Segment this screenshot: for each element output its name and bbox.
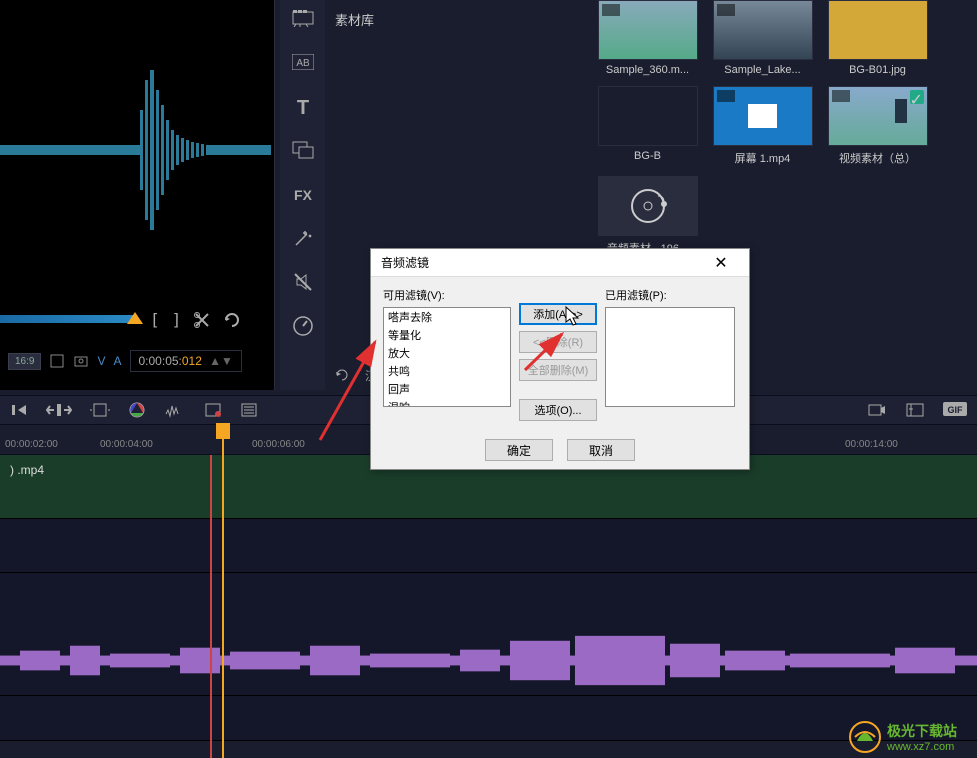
- audio-track[interactable]: [0, 626, 977, 696]
- ok-button[interactable]: 确定: [485, 439, 553, 461]
- available-filters-label: 可用滤镜(V):: [383, 287, 511, 303]
- watermark-url: www.xz7.com: [887, 741, 957, 753]
- wand-tool-icon[interactable]: [288, 225, 318, 251]
- options-button[interactable]: 选项(O)...: [519, 399, 597, 421]
- media-thumb[interactable]: 音频素材 - 196...: [595, 176, 700, 256]
- scrubber-handle[interactable]: [127, 312, 143, 324]
- dialog-titlebar[interactable]: 音频滤镜 ✕: [371, 249, 749, 277]
- filter-item[interactable]: 混响: [384, 398, 510, 407]
- audio-disc-icon: [628, 186, 668, 226]
- filter-item[interactable]: 回声: [384, 380, 510, 398]
- ab-tool-icon[interactable]: AB: [288, 49, 318, 75]
- gauge-tool-icon[interactable]: [288, 313, 318, 339]
- marker-line[interactable]: [210, 455, 212, 758]
- resize-icon[interactable]: [49, 353, 65, 369]
- applied-filters-label: 已用滤镜(P):: [605, 287, 735, 303]
- timecode-display[interactable]: 0:00:05:012 ▲▼: [130, 350, 242, 372]
- ruler-tick: 00:00:14:00: [845, 439, 898, 450]
- mark-in-icon[interactable]: [: [150, 310, 160, 329]
- mark-out-icon[interactable]: ]: [172, 310, 182, 329]
- media-thumb[interactable]: Sample_360.m...: [595, 0, 700, 76]
- gif-export-icon[interactable]: GIF: [943, 402, 967, 416]
- ruler-tick: 00:00:04:00: [100, 439, 153, 450]
- filter-item[interactable]: 放大: [384, 344, 510, 362]
- filter-item[interactable]: 共鸣: [384, 362, 510, 380]
- timecode-prefix: 0:00:05:: [139, 354, 182, 368]
- screenshot-icon[interactable]: [73, 353, 89, 369]
- slip-icon[interactable]: [90, 402, 110, 418]
- audio-filter-dialog: 音频滤镜 ✕ 可用滤镜(V): 嗒声去除 等量化 放大 共鸣 回声 混响 删除噪…: [370, 248, 750, 470]
- v-mode-icon[interactable]: V: [97, 354, 105, 368]
- chapter-icon[interactable]: [204, 402, 222, 418]
- music-track[interactable]: [0, 696, 977, 741]
- preview-panel: [ ] 16:9 V A 0:00:05:012 ▲▼: [0, 0, 275, 390]
- applied-filters-list[interactable]: [605, 307, 735, 407]
- a-mode-icon[interactable]: A: [113, 354, 121, 368]
- watermark-logo-icon: [849, 721, 881, 753]
- media-thumb[interactable]: 屏幕 1.mp4: [710, 86, 815, 166]
- watermark-name: 极光下载站: [887, 721, 957, 741]
- media-thumb[interactable]: ✓ 视频素材（总）: [825, 86, 930, 166]
- filter-item[interactable]: 等量化: [384, 326, 510, 344]
- color-wheel-icon[interactable]: [128, 401, 146, 419]
- adjust-icon[interactable]: [905, 402, 925, 418]
- text-tool-icon[interactable]: T: [288, 93, 318, 119]
- timecode-frames: 012: [182, 354, 202, 368]
- media-thumb[interactable]: BG-B01.jpg: [825, 0, 930, 76]
- audio-mixer-icon[interactable]: [164, 402, 186, 418]
- scissors-icon[interactable]: [193, 311, 211, 329]
- marker-icon[interactable]: [240, 402, 258, 418]
- svg-text:T: T: [296, 97, 308, 116]
- filter-item[interactable]: 嗒声去除: [384, 308, 510, 326]
- media-thumb[interactable]: BG-B: [595, 86, 700, 166]
- ruler-tick: 00:00:06:00: [252, 439, 305, 450]
- fx-tool-icon[interactable]: FX: [288, 181, 318, 207]
- svg-text:AB: AB: [296, 58, 310, 69]
- trim-icon[interactable]: [46, 402, 72, 418]
- remove-all-button[interactable]: 全部删除(M): [519, 359, 597, 381]
- overlay-tool-icon[interactable]: [288, 137, 318, 163]
- remove-button[interactable]: <<删除(R): [519, 331, 597, 353]
- svg-text:FX: FX: [294, 187, 313, 202]
- loop-icon[interactable]: [223, 311, 241, 329]
- refresh-icon[interactable]: [335, 368, 353, 382]
- check-icon: ✓: [910, 90, 924, 104]
- media-tool-icon[interactable]: [288, 5, 318, 31]
- library-label: 素材库: [335, 10, 374, 29]
- tools-sidebar: AB T FX: [280, 0, 325, 390]
- thumbnail-grid: Sample_360.m... Sample_Lake... BG-B01.jp…: [585, 0, 977, 256]
- audio-waveform: [0, 626, 977, 695]
- cursor-icon: [565, 306, 583, 328]
- preview-scrubber[interactable]: [0, 315, 135, 323]
- preview-controls-row: 16:9 V A 0:00:05:012 ▲▼: [0, 350, 250, 372]
- available-filters-list[interactable]: 嗒声去除 等量化 放大 共鸣 回声 混响 删除噪音 声音降低: [383, 307, 511, 407]
- waveform-preview: [0, 0, 275, 300]
- prev-edit-icon[interactable]: [10, 401, 28, 419]
- add-button[interactable]: 添加(A)>>: [519, 303, 597, 325]
- record-icon[interactable]: [867, 402, 887, 418]
- aspect-ratio-label[interactable]: 16:9: [8, 353, 41, 370]
- playhead[interactable]: [222, 425, 224, 758]
- audio-tool-icon[interactable]: [288, 269, 318, 295]
- title-track[interactable]: [0, 573, 977, 627]
- svg-text:GIF: GIF: [948, 405, 964, 415]
- playhead-handle[interactable]: [216, 423, 230, 439]
- watermark: 极光下载站 www.xz7.com: [849, 721, 957, 753]
- waveform-svg: [0, 50, 275, 250]
- dialog-title-text: 音频滤镜: [381, 254, 429, 271]
- close-button[interactable]: ✕: [703, 249, 739, 277]
- cancel-button[interactable]: 取消: [567, 439, 635, 461]
- media-thumb[interactable]: Sample_Lake...: [710, 0, 815, 76]
- overlay-track[interactable]: [0, 519, 977, 573]
- ruler-tick: 00:00:02:00: [5, 439, 58, 450]
